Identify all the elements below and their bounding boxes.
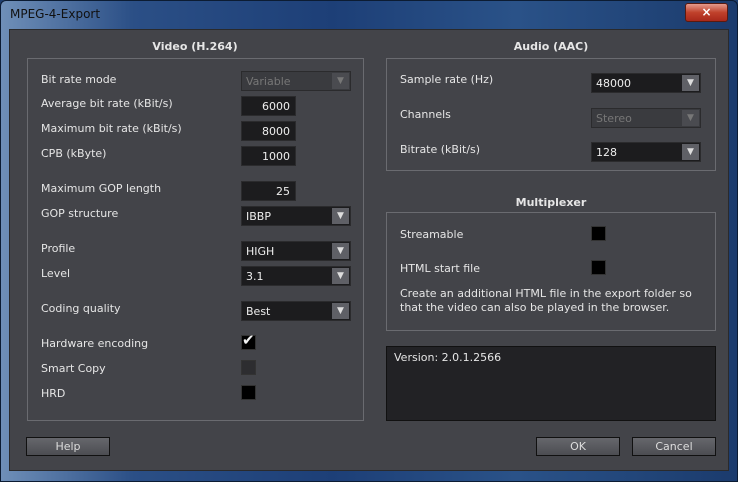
profile-select[interactable]: HIGH ▼: [241, 241, 351, 261]
smart-copy-label: Smart Copy: [41, 362, 106, 375]
html-start-description: Create an additional HTML file in the ex…: [400, 287, 692, 314]
ok-button[interactable]: OK: [536, 437, 620, 456]
channels-select[interactable]: Stereo ▼: [591, 108, 701, 128]
avg-bit-rate-label: Average bit rate (kBit/s): [41, 97, 173, 110]
bit-rate-mode-value: Variable: [246, 75, 291, 88]
chevron-down-icon: ▼: [332, 303, 349, 319]
hrd-checkbox[interactable]: [241, 385, 256, 400]
hardware-encoding-label: Hardware encoding: [41, 337, 149, 350]
bit-rate-mode-select[interactable]: Variable ▼: [241, 71, 351, 91]
chevron-down-icon: ▼: [682, 110, 699, 126]
check-icon: ✔: [242, 331, 255, 349]
sample-rate-select[interactable]: 48000 ▼: [591, 73, 701, 93]
hardware-encoding-checkbox[interactable]: ✔: [241, 331, 256, 350]
avg-bit-rate-input[interactable]: 6000: [241, 96, 296, 116]
max-bit-rate-input[interactable]: 8000: [241, 121, 296, 141]
level-label: Level: [41, 267, 71, 280]
level-value: 3.1: [246, 270, 264, 283]
max-bit-rate-label: Maximum bit rate (kBit/s): [41, 122, 182, 135]
html-start-label: HTML start file: [400, 262, 480, 275]
bit-rate-mode-label: Bit rate mode: [41, 73, 117, 86]
chevron-down-icon: ▼: [682, 144, 699, 160]
audio-bitrate-select[interactable]: 128 ▼: [591, 142, 701, 162]
hrd-label: HRD: [41, 387, 66, 400]
profile-label: Profile: [41, 242, 76, 255]
help-button[interactable]: Help: [26, 437, 110, 456]
smart-copy-checkbox[interactable]: [241, 360, 256, 375]
channels-label: Channels: [400, 108, 451, 121]
max-gop-label: Maximum GOP length: [41, 182, 162, 195]
gop-structure-value: IBBP: [246, 210, 271, 223]
channels-value: Stereo: [596, 112, 632, 125]
audio-group: Sample rate (Hz) 48000 ▼ Channels Stereo ▼…: [386, 58, 716, 171]
audio-bitrate-label: Bitrate (kBit/s): [400, 143, 481, 156]
multiplexer-section-title: Multiplexer: [515, 196, 587, 209]
chevron-down-icon: ▼: [332, 268, 349, 284]
chevron-down-icon: ▼: [332, 243, 349, 259]
coding-quality-label: Coding quality: [41, 302, 121, 315]
video-group: Bit rate mode Variable ▼ Average bit rate…: [27, 58, 364, 421]
coding-quality-select[interactable]: Best ▼: [241, 301, 351, 321]
chevron-down-icon: ▼: [332, 208, 349, 224]
audio-section-title: Audio (AAC): [513, 40, 589, 53]
cpb-label: CPB (kByte): [41, 147, 107, 160]
streamable-label: Streamable: [400, 228, 464, 241]
max-gop-input[interactable]: 25: [241, 181, 296, 201]
version-text: Version: 2.0.1.2566: [394, 351, 502, 364]
sample-rate-value: 48000: [596, 77, 631, 90]
cpb-input[interactable]: 1000: [241, 146, 296, 166]
cancel-button[interactable]: Cancel: [632, 437, 716, 456]
coding-quality-value: Best: [246, 305, 271, 318]
audio-bitrate-value: 128: [596, 146, 617, 159]
chevron-down-icon: ▼: [332, 73, 349, 89]
html-start-checkbox[interactable]: [591, 260, 606, 275]
multiplexer-group: Streamable HTML start file Create an add…: [386, 212, 716, 331]
dialog-body: Video (H.264) Bit rate mode Variable ▼ Av…: [9, 29, 729, 471]
streamable-checkbox[interactable]: [591, 226, 606, 241]
close-button[interactable]: ×: [685, 3, 728, 22]
chevron-down-icon: ▼: [682, 75, 699, 91]
gop-structure-select[interactable]: IBBP ▼: [241, 206, 351, 226]
window-title: MPEG-4-Export: [10, 7, 101, 21]
sample-rate-label: Sample rate (Hz): [400, 73, 494, 86]
level-select[interactable]: 3.1 ▼: [241, 266, 351, 286]
gop-structure-label: GOP structure: [41, 207, 119, 220]
version-box: Version: 2.0.1.2566: [386, 346, 716, 421]
profile-value: HIGH: [246, 245, 275, 258]
video-section-title: Video (H.264): [152, 40, 238, 53]
